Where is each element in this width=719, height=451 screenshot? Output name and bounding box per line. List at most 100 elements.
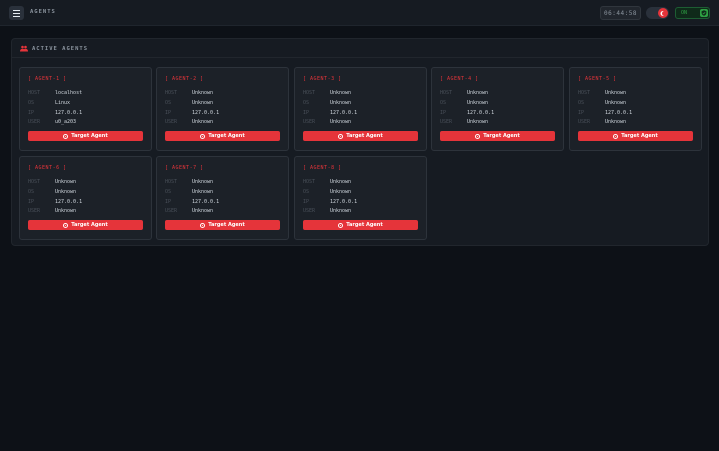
host-label: HOST xyxy=(165,179,178,185)
agent-name: [ AGENT-2 ] xyxy=(165,76,204,82)
os-label: OS xyxy=(303,189,310,195)
ip-value: 127.0.0.1 xyxy=(467,110,495,116)
crosshair-icon xyxy=(63,222,69,228)
crosshair-icon xyxy=(63,133,69,139)
agent-name: [ AGENT-8 ] xyxy=(303,165,342,171)
ip-label: IP xyxy=(303,199,310,205)
ip-value: 127.0.0.1 xyxy=(330,199,358,205)
host-label: HOST xyxy=(28,90,41,96)
agent-name: [ AGENT-7 ] xyxy=(165,165,204,171)
target-agent-label: Target Agent xyxy=(71,133,108,139)
ip-label: IP xyxy=(28,199,35,205)
os-value: Unknown xyxy=(330,100,352,106)
ip-label: IP xyxy=(440,110,447,116)
host-value: Unknown xyxy=(605,90,627,96)
ip-value: 127.0.0.1 xyxy=(192,110,220,116)
crosshair-icon xyxy=(613,133,619,139)
ip-label: IP xyxy=(165,199,172,205)
agent-card: [ AGENT-2 ] HOST Unknown OS Unknown IP 127.0.0… xyxy=(156,67,289,151)
crosshair-icon xyxy=(475,133,481,139)
os-label: OS xyxy=(578,100,585,106)
agent-name: [ AGENT-6 ] xyxy=(28,165,67,171)
connection-status-label: ON xyxy=(681,10,688,16)
user-label: USER xyxy=(303,208,316,214)
connection-status[interactable]: ON xyxy=(675,7,710,19)
target-agent-button[interactable]: Target Agent xyxy=(165,220,280,230)
ip-value: 127.0.0.1 xyxy=(605,110,633,116)
ip-value: 127.0.0.1 xyxy=(192,199,220,205)
top-bar: AGENTS 06:44:58 ON xyxy=(0,0,719,26)
ip-value: 127.0.0.1 xyxy=(330,110,358,116)
target-agent-label: Target Agent xyxy=(208,222,245,228)
host-value: Unknown xyxy=(55,179,77,185)
agent-card: [ AGENT-6 ] HOST Unknown OS Unknown IP 127.0.0… xyxy=(19,156,152,240)
host-value: Unknown xyxy=(330,90,352,96)
agent-card: [ AGENT-5 ] HOST Unknown OS Unknown IP 127.0.0… xyxy=(569,67,702,151)
agent-card: [ AGENT-8 ] HOST Unknown OS Unknown IP 127.0.0… xyxy=(294,156,427,240)
user-label: USER xyxy=(165,208,178,214)
target-agent-button[interactable]: Target Agent xyxy=(28,131,143,141)
user-label: USER xyxy=(28,119,41,125)
user-label: USER xyxy=(28,208,41,214)
os-value: Unknown xyxy=(330,189,352,195)
host-label: HOST xyxy=(578,90,591,96)
ip-label: IP xyxy=(578,110,585,116)
agent-name: [ AGENT-4 ] xyxy=(440,76,479,82)
host-value: Unknown xyxy=(192,90,214,96)
target-agent-label: Target Agent xyxy=(208,133,245,139)
agent-card: [ AGENT-3 ] HOST Unknown OS Unknown IP 127.0.0… xyxy=(294,67,427,151)
crosshair-icon xyxy=(200,222,206,228)
os-value: Unknown xyxy=(467,100,489,106)
user-label: USER xyxy=(440,119,453,125)
crosshair-icon xyxy=(338,133,344,139)
user-value: Unknown xyxy=(467,119,489,125)
crosshair-icon xyxy=(338,222,344,228)
host-value: Unknown xyxy=(192,179,214,185)
os-label: OS xyxy=(303,100,310,106)
moon-icon xyxy=(658,8,668,18)
users-icon xyxy=(20,45,28,52)
os-label: OS xyxy=(165,100,172,106)
shield-check-icon xyxy=(700,9,708,17)
host-label: HOST xyxy=(28,179,41,185)
os-value: Unknown xyxy=(192,189,214,195)
user-value: u0_a203 xyxy=(55,119,77,125)
os-value: Unknown xyxy=(55,189,77,195)
panel-title: ACTIVE AGENTS xyxy=(32,46,89,52)
target-agent-button[interactable]: Target Agent xyxy=(578,131,693,141)
host-label: HOST xyxy=(165,90,178,96)
user-value: Unknown xyxy=(55,208,77,214)
os-value: Linux xyxy=(55,100,71,106)
host-label: HOST xyxy=(440,90,453,96)
agent-name: [ AGENT-3 ] xyxy=(303,76,342,82)
panel-header: ACTIVE AGENTS xyxy=(12,39,708,58)
user-value: Unknown xyxy=(605,119,627,125)
ip-value: 127.0.0.1 xyxy=(55,199,83,205)
host-value: Unknown xyxy=(467,90,489,96)
target-agent-label: Target Agent xyxy=(621,133,658,139)
agent-card: [ AGENT-1 ] HOST localhost OS Linux IP 127.0.0… xyxy=(19,67,152,151)
agent-name: [ AGENT-1 ] xyxy=(28,76,67,82)
target-agent-button[interactable]: Target Agent xyxy=(303,220,418,230)
os-label: OS xyxy=(165,189,172,195)
target-agent-label: Target Agent xyxy=(346,222,383,228)
agent-card: [ AGENT-4 ] HOST Unknown OS Unknown IP 127.0.0… xyxy=(431,67,564,151)
host-label: HOST xyxy=(303,90,316,96)
ip-value: 127.0.0.1 xyxy=(55,110,83,116)
agent-card: [ AGENT-7 ] HOST Unknown OS Unknown IP 127.0.0… xyxy=(156,156,289,240)
os-value: Unknown xyxy=(192,100,214,106)
clock-display: 06:44:58 xyxy=(600,6,641,20)
ip-label: IP xyxy=(165,110,172,116)
active-agents-panel: ACTIVE AGENTS [ AGENT-1 ] HOST localhost OS… xyxy=(11,38,709,246)
host-value: localhost xyxy=(55,90,83,96)
target-agent-button[interactable]: Target Agent xyxy=(303,131,418,141)
menu-toggle-button[interactable] xyxy=(9,6,24,20)
user-value: Unknown xyxy=(192,119,214,125)
target-agent-label: Target Agent xyxy=(346,133,383,139)
theme-toggle[interactable] xyxy=(646,7,669,19)
target-agent-button[interactable]: Target Agent xyxy=(165,131,280,141)
target-agent-button[interactable]: Target Agent xyxy=(28,220,143,230)
user-value: Unknown xyxy=(330,208,352,214)
target-agent-button[interactable]: Target Agent xyxy=(440,131,555,141)
target-agent-label: Target Agent xyxy=(71,222,108,228)
